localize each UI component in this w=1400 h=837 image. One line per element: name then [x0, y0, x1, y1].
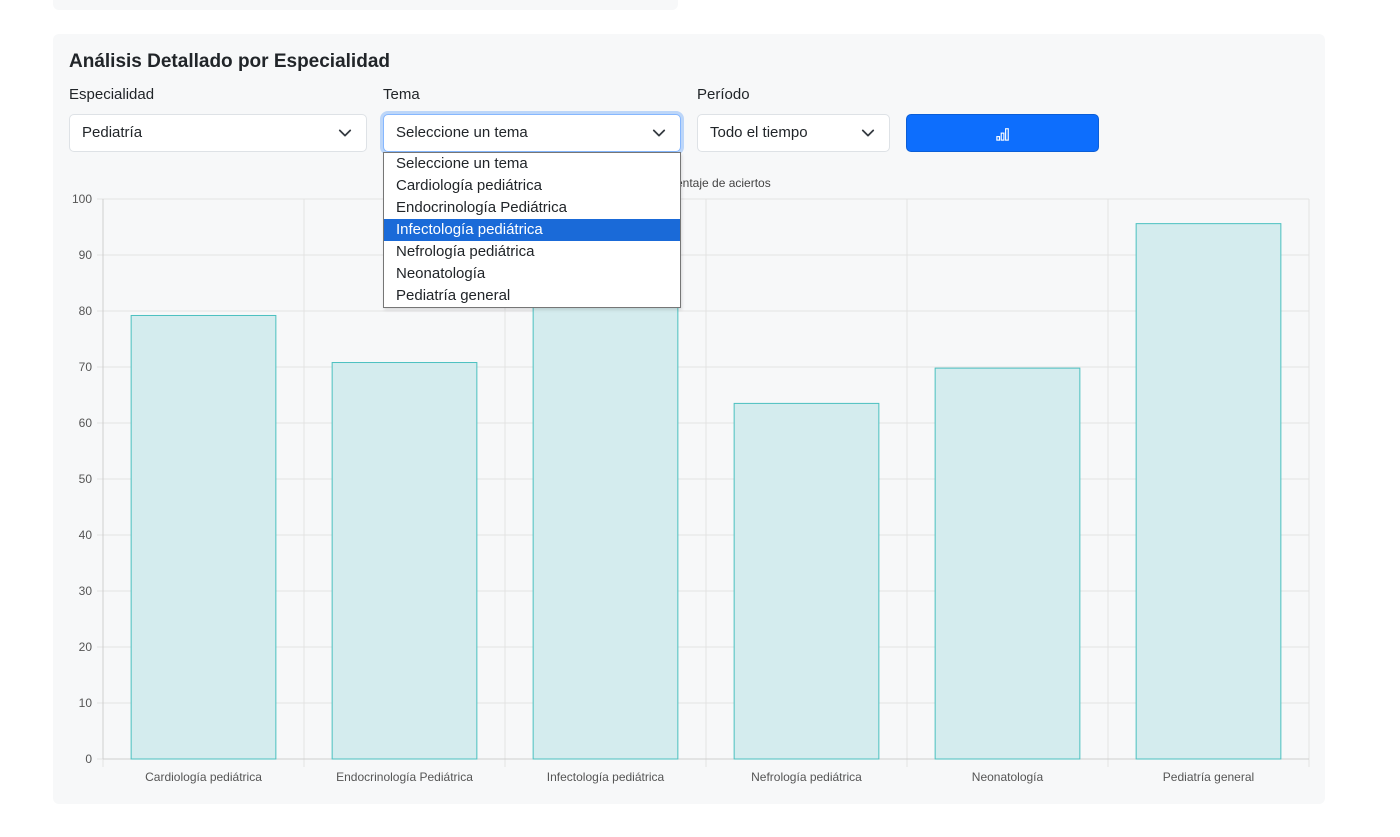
bar [1135, 223, 1282, 760]
y-tick-label: 20 [79, 640, 93, 654]
bar-chart: 0 10 20 30 40 50 60 70 80 90 100 Cardiología pediát… [72, 192, 1310, 784]
bar [532, 292, 679, 760]
y-tick-label: 70 [79, 360, 93, 374]
x-tick-label: Cardiología pediátrica [145, 770, 262, 784]
y-tick-label: 40 [79, 528, 93, 542]
tema-option[interactable]: Nefrología pediátrica [384, 241, 680, 263]
y-tick-label: 10 [79, 696, 93, 710]
y-tick-label: 60 [79, 416, 93, 430]
tema-option[interactable]: Seleccione un tema [384, 153, 680, 175]
y-tick-label: 0 [85, 752, 92, 766]
y-tick-label: 50 [79, 472, 93, 486]
legend-label: entaje de aciertos [676, 176, 771, 190]
tema-option-highlighted[interactable]: Infectología pediátrica [384, 219, 680, 241]
x-tick-label: Nefrología pediátrica [751, 770, 862, 784]
x-tick-label: Pediatría general [1163, 770, 1254, 784]
bar [733, 402, 880, 760]
tema-option[interactable]: Pediatría general [384, 285, 680, 307]
tema-option[interactable]: Cardiología pediátrica [384, 175, 680, 197]
y-tick-label: 30 [79, 584, 93, 598]
x-tick-label: Infectología pediátrica [547, 770, 665, 784]
bar [331, 362, 478, 760]
bar [130, 314, 277, 760]
tema-option[interactable]: Endocrinología Pediátrica [384, 197, 680, 219]
x-tick-label: Neonatología [972, 770, 1044, 784]
tema-dropdown-list[interactable]: Seleccione un tema Cardiología pediátric… [383, 152, 681, 308]
y-tick-label: 90 [79, 248, 93, 262]
y-tick-label: 80 [79, 304, 93, 318]
tema-option[interactable]: Neonatología [384, 263, 680, 285]
bar [934, 367, 1081, 760]
x-tick-label: Endocrinología Pediátrica [336, 770, 473, 784]
y-tick-label: 100 [72, 192, 92, 206]
